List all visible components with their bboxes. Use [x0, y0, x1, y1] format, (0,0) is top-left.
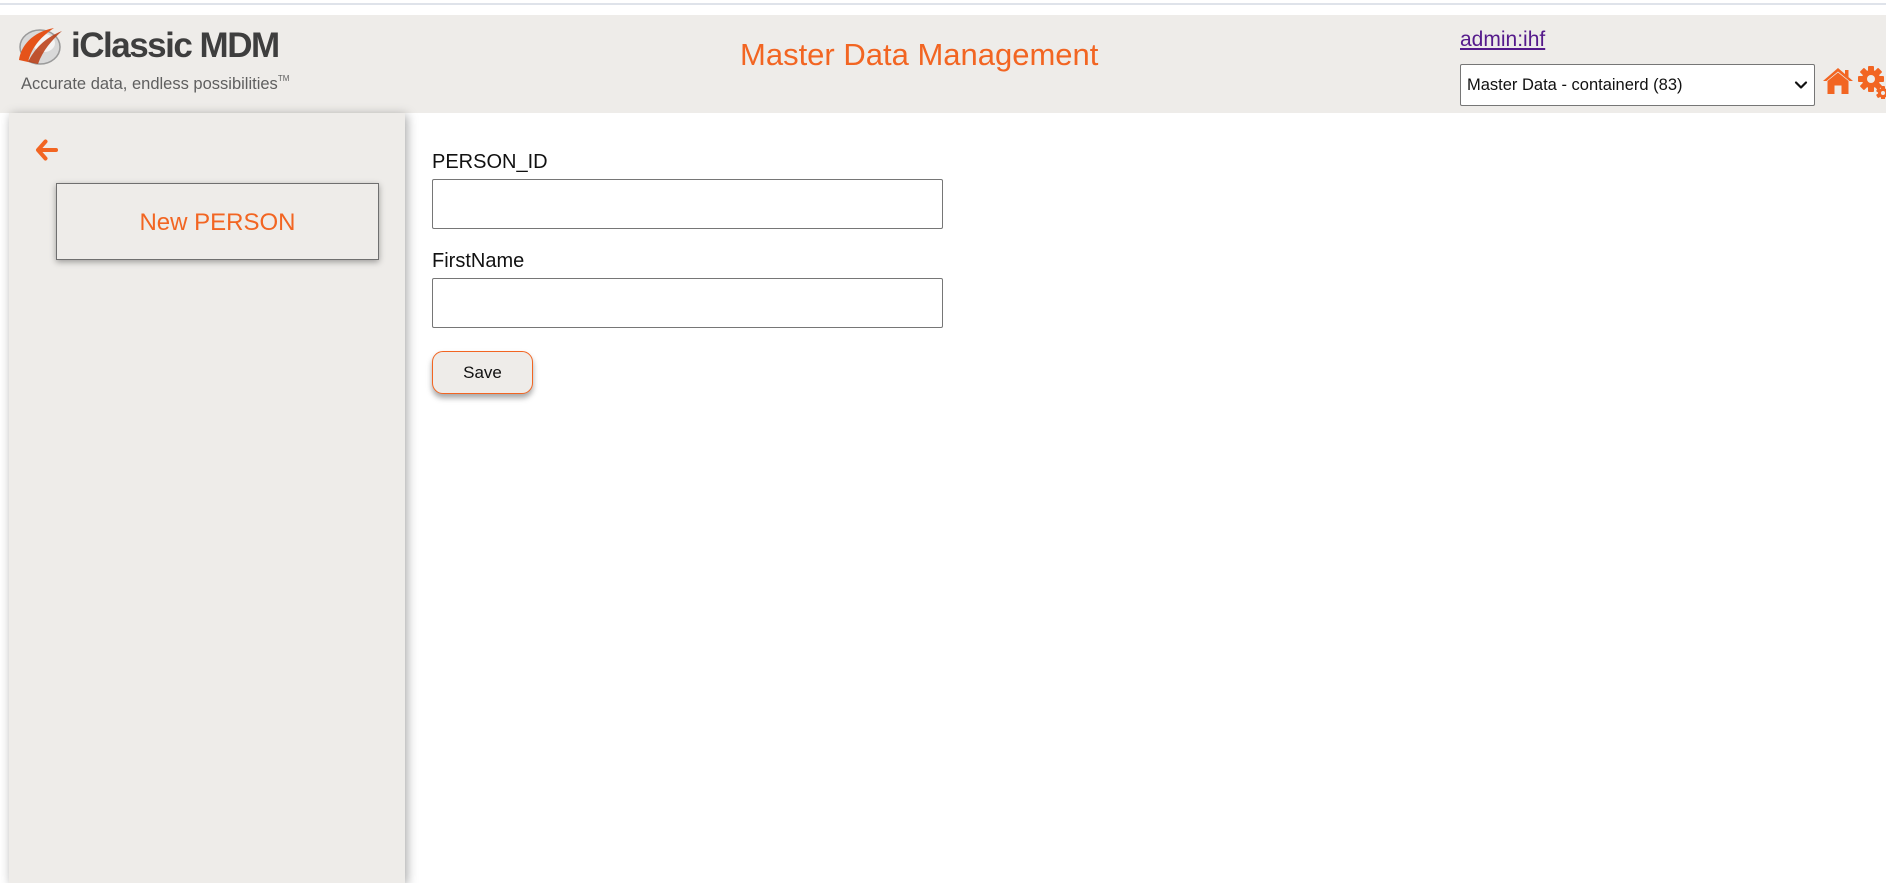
- chevron-down-icon: [1794, 81, 1808, 89]
- first-name-label: FirstName: [432, 250, 525, 272]
- person-id-input[interactable]: [432, 179, 943, 229]
- user-account-link[interactable]: admin:ihf: [1460, 28, 1545, 52]
- sidebar-item-label: New PERSON: [139, 209, 296, 236]
- logo-trademark: TM: [277, 74, 290, 83]
- logo-mark-icon: [19, 28, 62, 65]
- arrow-left-icon[interactable]: [35, 138, 59, 162]
- first-name-input[interactable]: [432, 278, 943, 328]
- browser-top-line: [0, 3, 1886, 5]
- gear-icon[interactable]: [1857, 65, 1886, 99]
- person-id-label: PERSON_ID: [432, 151, 548, 173]
- sidebar: New PERSON: [9, 113, 405, 883]
- container-select[interactable]: Master Data - containerd (83): [1460, 64, 1815, 106]
- sidebar-item-new-person[interactable]: New PERSON: [56, 183, 379, 260]
- home-icon[interactable]: [1822, 66, 1854, 96]
- page-title: Master Data Management: [740, 37, 1099, 72]
- save-button[interactable]: Save: [432, 351, 533, 394]
- logo-tagline-text: Accurate data, endless possibilities: [21, 75, 278, 93]
- container-select-value: Master Data - containerd (83): [1467, 76, 1683, 94]
- app-header: iClassic MDM Accurate data, endless poss…: [0, 15, 1886, 113]
- logo-brand-text: iClassic MDM: [71, 26, 280, 65]
- logo-tagline: Accurate data, endless possibilitiesTM: [21, 74, 289, 94]
- app-logo: iClassic MDM Accurate data, endless poss…: [16, 24, 306, 93]
